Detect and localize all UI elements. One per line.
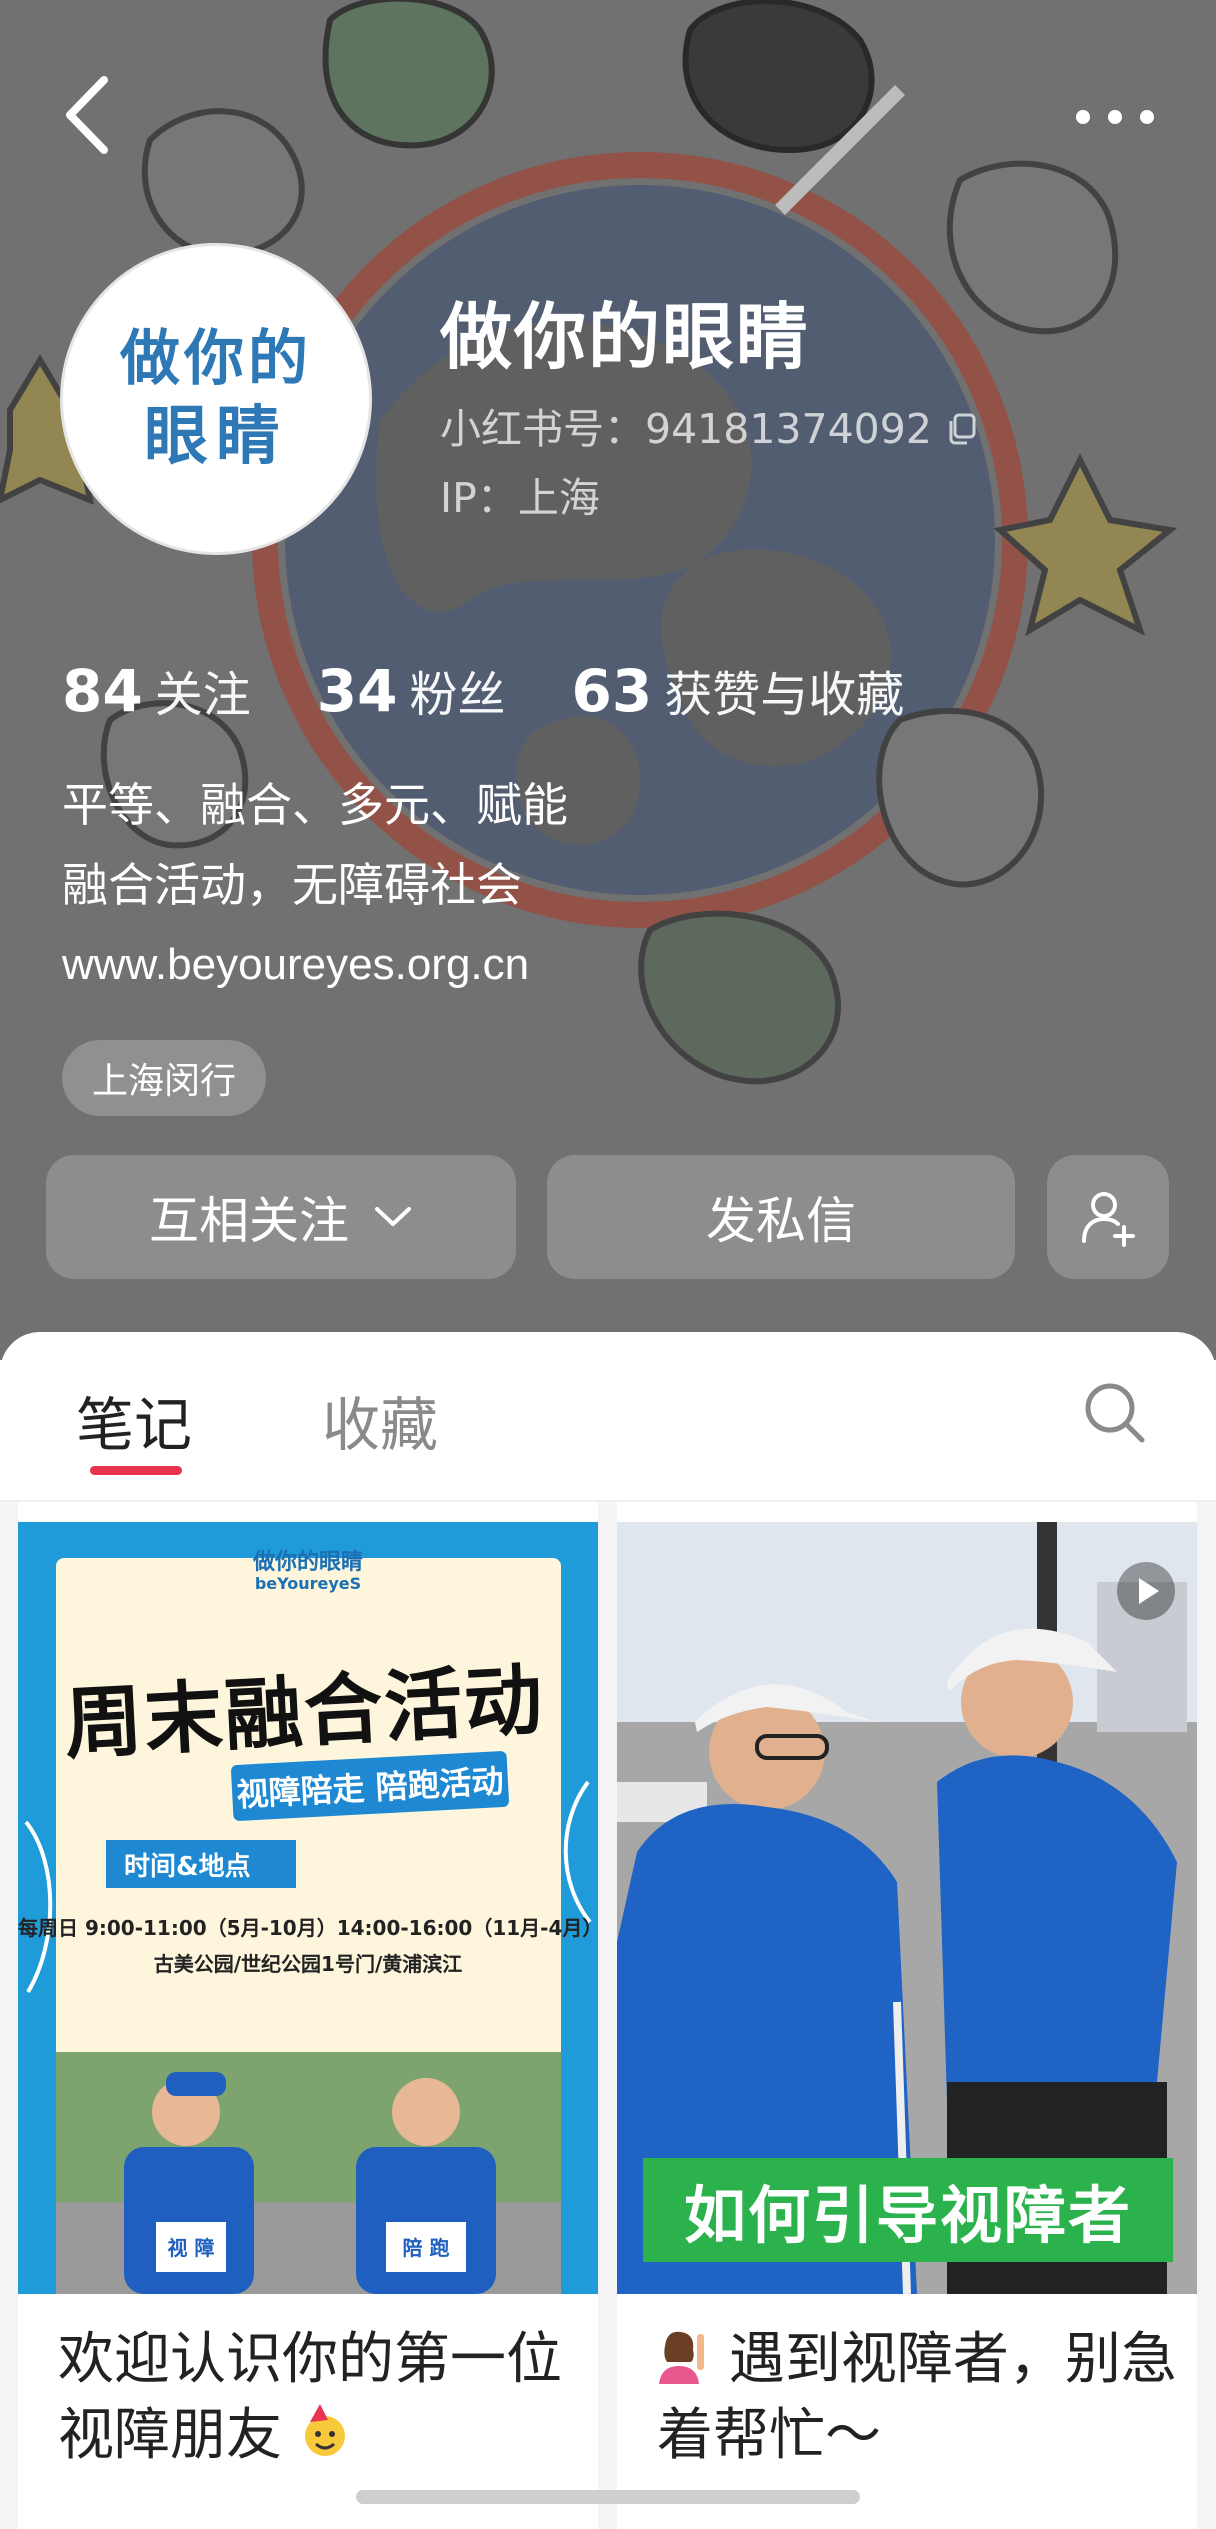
note-title: 遇到视障者，别急着帮忙～ <box>657 2322 1177 2474</box>
profile-name: 做你的眼睛 <box>440 295 811 379</box>
chevron-down-icon <box>375 1207 411 1226</box>
back-button[interactable] <box>58 70 122 160</box>
red-id-row: 小红书号：94181374092 <box>440 395 978 455</box>
play-icon <box>1117 1562 1175 1620</box>
stat-likes-collections[interactable]: 63 获赞与收藏 <box>571 655 904 725</box>
more-button[interactable] <box>1070 96 1160 140</box>
poster-venues: 古美公园/世纪公园1号门/黄浦滨江 <box>153 1952 463 1976</box>
stat-following[interactable]: 84 关注 <box>62 655 251 725</box>
more-horizontal-icon <box>1076 110 1090 124</box>
poster-brand-en: beYoureyeS <box>254 1574 362 1593</box>
profile-header: 做你的 眼睛 做你的眼睛 小红书号：94181374092 IP：上海 84 关… <box>0 0 1216 1360</box>
bib-right: 陪 跑 <box>402 2236 450 2260</box>
note-title-text: 遇到视障者，别急着帮忙～ <box>657 2327 1177 2468</box>
search-icon <box>1085 1383 1145 1443</box>
stat-label: 获赞与收藏 <box>664 667 905 723</box>
add-user-button[interactable] <box>1047 1155 1169 1279</box>
send-message-button[interactable]: 发私信 <box>547 1155 1015 1279</box>
location-tag[interactable]: 上海闵行 <box>62 1040 267 1116</box>
poster-paper <box>56 1558 561 2078</box>
stat-count: 34 <box>316 657 398 725</box>
stat-count: 63 <box>571 657 653 725</box>
bib-left: 视 障 <box>167 2236 215 2260</box>
person-raising-hand-icon <box>659 2331 704 2384</box>
home-indicator[interactable] <box>356 2490 860 2504</box>
mutual-follow-button[interactable]: 互相关注 <box>46 1155 516 1279</box>
stat-count: 84 <box>62 657 143 725</box>
profile-stats: 84 关注 34 粉丝 63 获赞与收藏 <box>62 655 970 725</box>
party-face-icon <box>304 2404 345 2456</box>
tab-notes[interactable]: 笔记 <box>76 1378 192 1462</box>
add-user-icon <box>1082 1192 1135 1247</box>
avatar-text-line2: 眼睛 <box>144 400 288 474</box>
stat-label: 粉丝 <box>409 667 506 723</box>
message-label: 发私信 <box>706 1192 856 1250</box>
tab-collections[interactable]: 收藏 <box>322 1378 438 1462</box>
copy-icon[interactable] <box>946 408 978 445</box>
bio-line: 融合活动，无障碍社会 <box>62 858 522 912</box>
website-link[interactable]: www.beyoureyes.org.cn <box>62 925 568 1005</box>
active-tab-indicator <box>90 1466 182 1475</box>
search-button[interactable] <box>1080 1378 1150 1448</box>
follow-label: 互相关注 <box>149 1192 349 1250</box>
note-title: 欢迎认识你的第一位视障朋友 <box>58 2322 578 2474</box>
avatar-text-line1: 做你的 <box>120 324 312 394</box>
avatar-logo: 做你的 眼睛 <box>120 321 312 477</box>
note-cover-image: 如何引导视障者 <box>617 1522 1197 2294</box>
avatar[interactable]: 做你的 眼睛 <box>60 243 372 555</box>
ip-location: IP：上海 <box>440 474 600 522</box>
note-cover-image: 做你的眼睛 beYoureyeS 周末融合活动 视障陪走 陪跑活动 时间&地点 … <box>18 1522 598 2294</box>
poster-time-tag: 时间&地点 <box>106 1840 296 1888</box>
chevron-left-icon <box>66 76 108 154</box>
content-panel: 笔记 收藏 做你的眼睛 beYoureyeS 周末融合活动 视障陪走 陪跑活动 … <box>0 1332 1216 2529</box>
profile-bio: 平等、融合、多元、赋能 融合活动，无障碍社会 www.beyoureyes.or… <box>62 765 568 1005</box>
video-banner: 如何引导视障者 <box>643 2158 1173 2262</box>
stat-followers[interactable]: 34 粉丝 <box>317 655 506 725</box>
note-card[interactable]: 如何引导视障者 遇到视障者，别急着帮忙～ <box>617 1502 1197 2529</box>
stat-label: 关注 <box>154 667 251 723</box>
poster-brand: 做你的眼睛 <box>252 1550 363 1575</box>
bio-line: 平等、融合、多元、赋能 <box>62 778 568 832</box>
notes-feed: 做你的眼睛 beYoureyeS 周末融合活动 视障陪走 陪跑活动 时间&地点 … <box>0 1502 1216 2529</box>
red-id: 小红书号：94181374092 <box>440 405 932 453</box>
runners-photo: 视 障 陪 跑 <box>56 2052 561 2294</box>
banner-text: 如何引导视障者 <box>683 2179 1132 2252</box>
poster-schedule: 每周日 9:00-11:00（5月-10月）14:00-16:00（11月-4月… <box>18 1916 598 1940</box>
note-card[interactable]: 做你的眼睛 beYoureyeS 周末融合活动 视障陪走 陪跑活动 时间&地点 … <box>18 1502 598 2529</box>
content-tabs: 笔记 收藏 <box>0 1332 1216 1502</box>
